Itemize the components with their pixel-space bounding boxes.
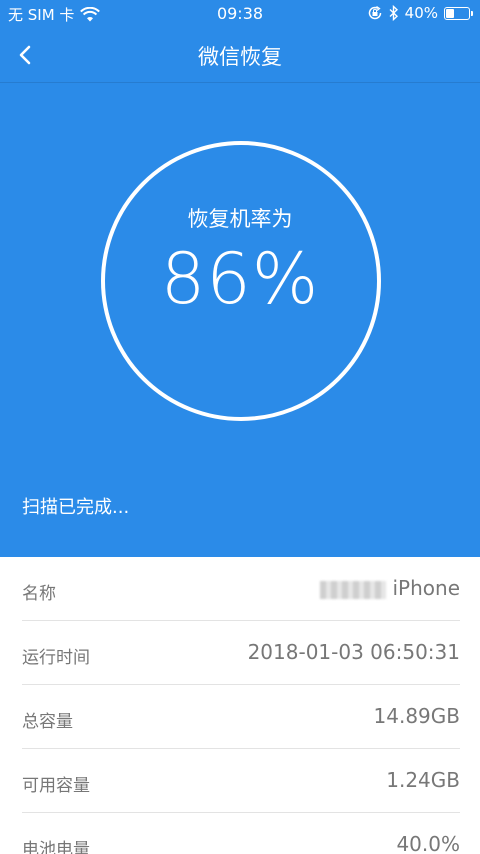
scan-status-text: 扫描已完成... — [22, 497, 130, 518]
header-panel: 无 SIM 卡 09:38 40% 微信恢复 恢复机率为 86% 扫描已完成..… — [0, 0, 480, 557]
device-info-list: 名称 iPhone 运行时间 2018-01-03 06:50:31 总容量 1… — [0, 557, 480, 854]
recovery-rate-value: 86% — [160, 238, 320, 320]
navigation-bar: 微信恢复 — [0, 28, 480, 82]
info-key: 电池电量 — [22, 840, 90, 854]
list-item: 名称 iPhone — [22, 557, 460, 621]
info-key: 总容量 — [22, 712, 73, 732]
recovery-rate-label: 恢复机率为 — [187, 207, 293, 231]
list-item: 总容量 14.89GB — [22, 685, 460, 749]
info-value: iPhone — [320, 576, 460, 600]
battery-icon — [444, 6, 473, 20]
info-value: 2018-01-03 06:50:31 — [247, 640, 460, 664]
info-value: 40.0% — [396, 832, 460, 854]
list-item: 运行时间 2018-01-03 06:50:31 — [22, 621, 460, 685]
list-item: 电池电量 40.0% — [22, 813, 460, 854]
battery-fill — [446, 8, 454, 18]
device-name-value: iPhone — [392, 576, 460, 600]
orientation-lock-icon — [368, 5, 381, 20]
info-value: 1.24GB — [386, 768, 460, 792]
bluetooth-icon — [389, 5, 398, 21]
list-item: 可用容量 1.24GB — [22, 749, 460, 813]
info-key: 运行时间 — [22, 648, 90, 668]
nav-divider — [0, 82, 480, 83]
status-bar: 无 SIM 卡 09:38 40% — [0, 0, 480, 28]
info-key: 名称 — [22, 584, 56, 604]
battery-percent: 40% — [404, 4, 438, 22]
info-key: 可用容量 — [22, 776, 90, 796]
app-screen: 无 SIM 卡 09:38 40% 微信恢复 恢复机率为 86% 扫描已完成..… — [0, 0, 480, 854]
page-title: 微信恢复 — [198, 45, 282, 69]
info-value: 14.89GB — [373, 704, 460, 728]
battery-cap — [471, 10, 473, 16]
status-right: 40% — [367, 4, 473, 22]
blurred-name — [320, 580, 387, 599]
